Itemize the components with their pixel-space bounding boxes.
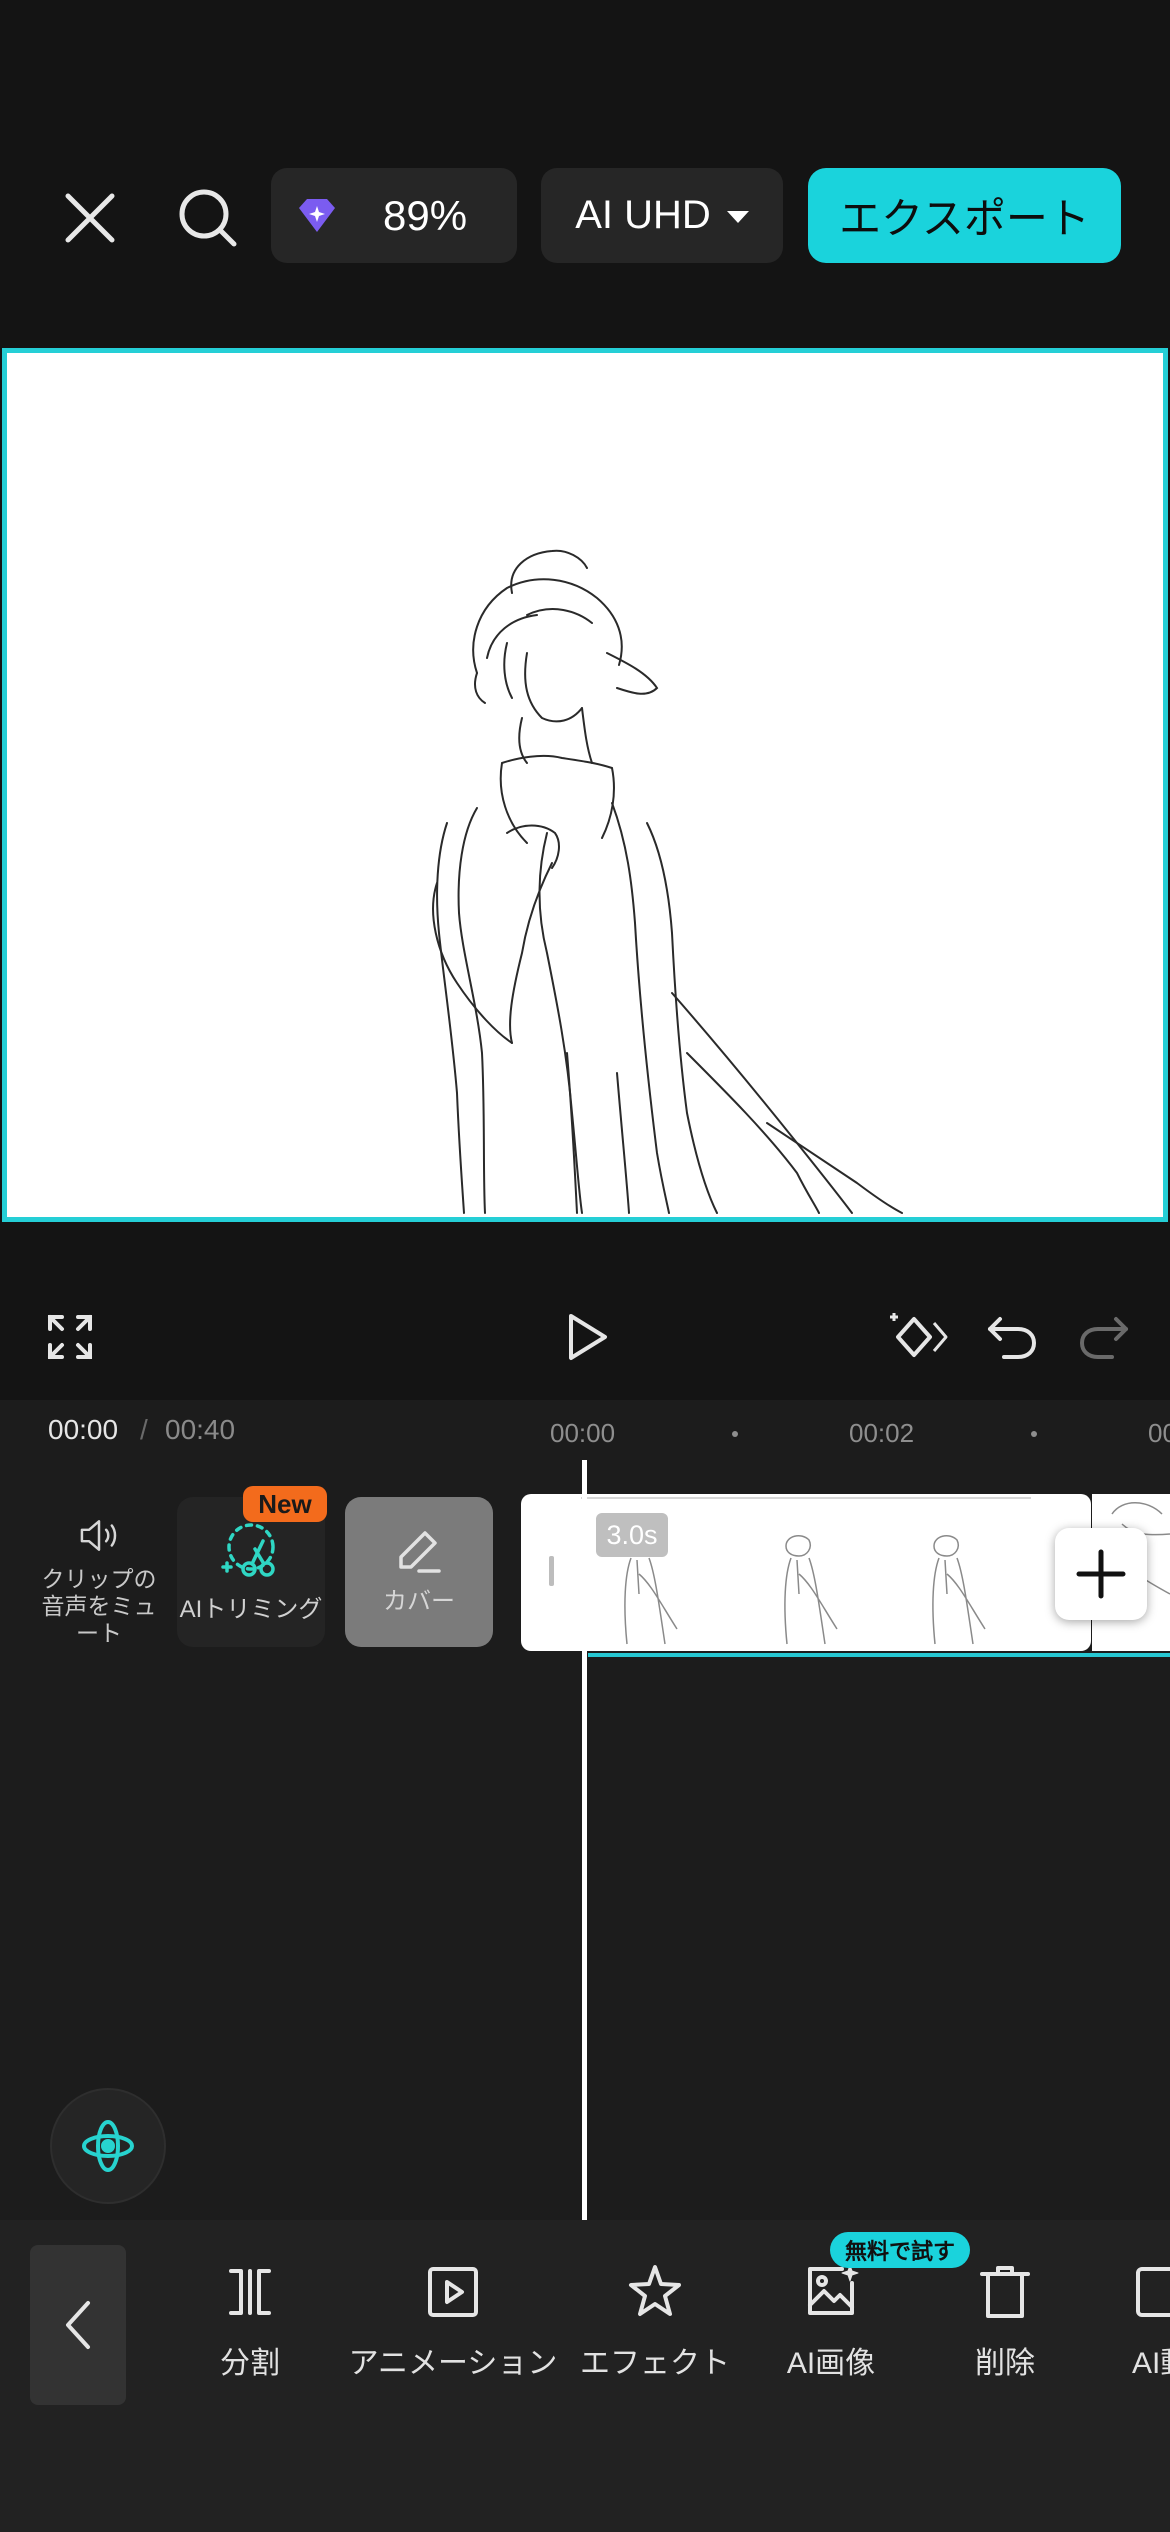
new-badge: New: [243, 1486, 327, 1522]
diamond-icon: [299, 198, 335, 232]
ruler-label: 00:02: [849, 1418, 915, 1448]
ai-video-label: AI動: [1132, 2347, 1170, 2380]
sketch-artwork: [432, 549, 903, 1214]
animation-tool[interactable]: アニメーション: [345, 2262, 561, 2382]
cover-label: カバー: [383, 1588, 455, 1615]
effect-tool[interactable]: エフェクト: [578, 2262, 732, 2382]
credit-indicator[interactable]: 89%: [271, 168, 517, 263]
ai-trim-label: AIトリミング: [179, 1596, 323, 1623]
ruler-label: 00:00: [550, 1418, 616, 1448]
plus-icon: [1076, 1549, 1126, 1599]
ai-image-icon: [808, 2264, 859, 2315]
add-clip-button[interactable]: [1055, 1528, 1147, 1620]
play-icon: [569, 1314, 607, 1360]
clip-duration: 3.0s: [596, 1513, 668, 1557]
ai-image-label: AI画像: [786, 2347, 876, 2380]
time-separator: /: [140, 1414, 148, 1445]
total-time: 00:40: [165, 1414, 236, 1445]
ai-video-icon: [1136, 2267, 1170, 2317]
ai-assistant-button[interactable]: [50, 2088, 166, 2204]
cover-button[interactable]: カバー: [345, 1497, 493, 1647]
split-icon: [229, 2269, 271, 2315]
clip-selection-line: [588, 1653, 1170, 1657]
chevron-left-icon: [66, 2301, 90, 2349]
effect-icon: [629, 2265, 681, 2316]
redo-icon: [1080, 1317, 1128, 1359]
ai-video-tool[interactable]: AI動: [1132, 2262, 1170, 2382]
keyframe-button[interactable]: [888, 1305, 952, 1369]
ai-orbit-icon: [82, 2120, 134, 2172]
delete-icon: [980, 2266, 1030, 2318]
edit-pencil-icon: [399, 1531, 441, 1573]
animation-icon: [428, 2267, 478, 2317]
search-icon: [179, 189, 237, 247]
effect-label: エフェクト: [580, 2347, 730, 2380]
export-button[interactable]: エクスポート: [808, 168, 1121, 263]
ruler-dot: [1031, 1431, 1037, 1437]
quality-dropdown[interactable]: AI UHD: [541, 168, 783, 263]
ruler-dot: [732, 1431, 738, 1437]
current-time: 00:00: [48, 1414, 119, 1445]
split-label: 分割: [220, 2347, 280, 2380]
ruler-label: 00:0: [1148, 1418, 1170, 1448]
fullscreen-button[interactable]: [38, 1305, 102, 1369]
clip-trim-handle[interactable]: [549, 1556, 554, 1586]
video-preview[interactable]: [2, 348, 1168, 1222]
fullscreen-icon: [48, 1315, 92, 1359]
speaker-icon: [80, 1520, 117, 1551]
play-button[interactable]: [555, 1305, 619, 1369]
undo-icon: [988, 1317, 1036, 1359]
back-button[interactable]: [30, 2245, 126, 2405]
split-tool[interactable]: 分割: [190, 2262, 310, 2382]
keyframe-icon: [890, 1313, 948, 1357]
mute-clip-audio-button[interactable]: クリップの音声をミュート: [24, 1497, 174, 1647]
caret-down-icon: [726, 210, 749, 223]
redo-button[interactable]: [1072, 1305, 1136, 1369]
ai-image-tool[interactable]: AI画像: [768, 2262, 894, 2382]
credit-value: 89%: [383, 191, 468, 239]
delete-label: 削除: [975, 2347, 1035, 2380]
playhead[interactable]: [582, 1460, 587, 2220]
search-button[interactable]: [168, 178, 248, 258]
close-button[interactable]: [50, 178, 130, 258]
close-icon: [65, 193, 115, 243]
delete-tool[interactable]: 削除: [945, 2262, 1065, 2382]
mute-label: クリップの音声をミュート: [41, 1566, 157, 1646]
animation-label: アニメーション: [348, 2347, 558, 2380]
ai-scissors-icon: [221, 1523, 275, 1577]
undo-button[interactable]: [980, 1305, 1044, 1369]
quality-label: AI UHD: [575, 193, 711, 237]
